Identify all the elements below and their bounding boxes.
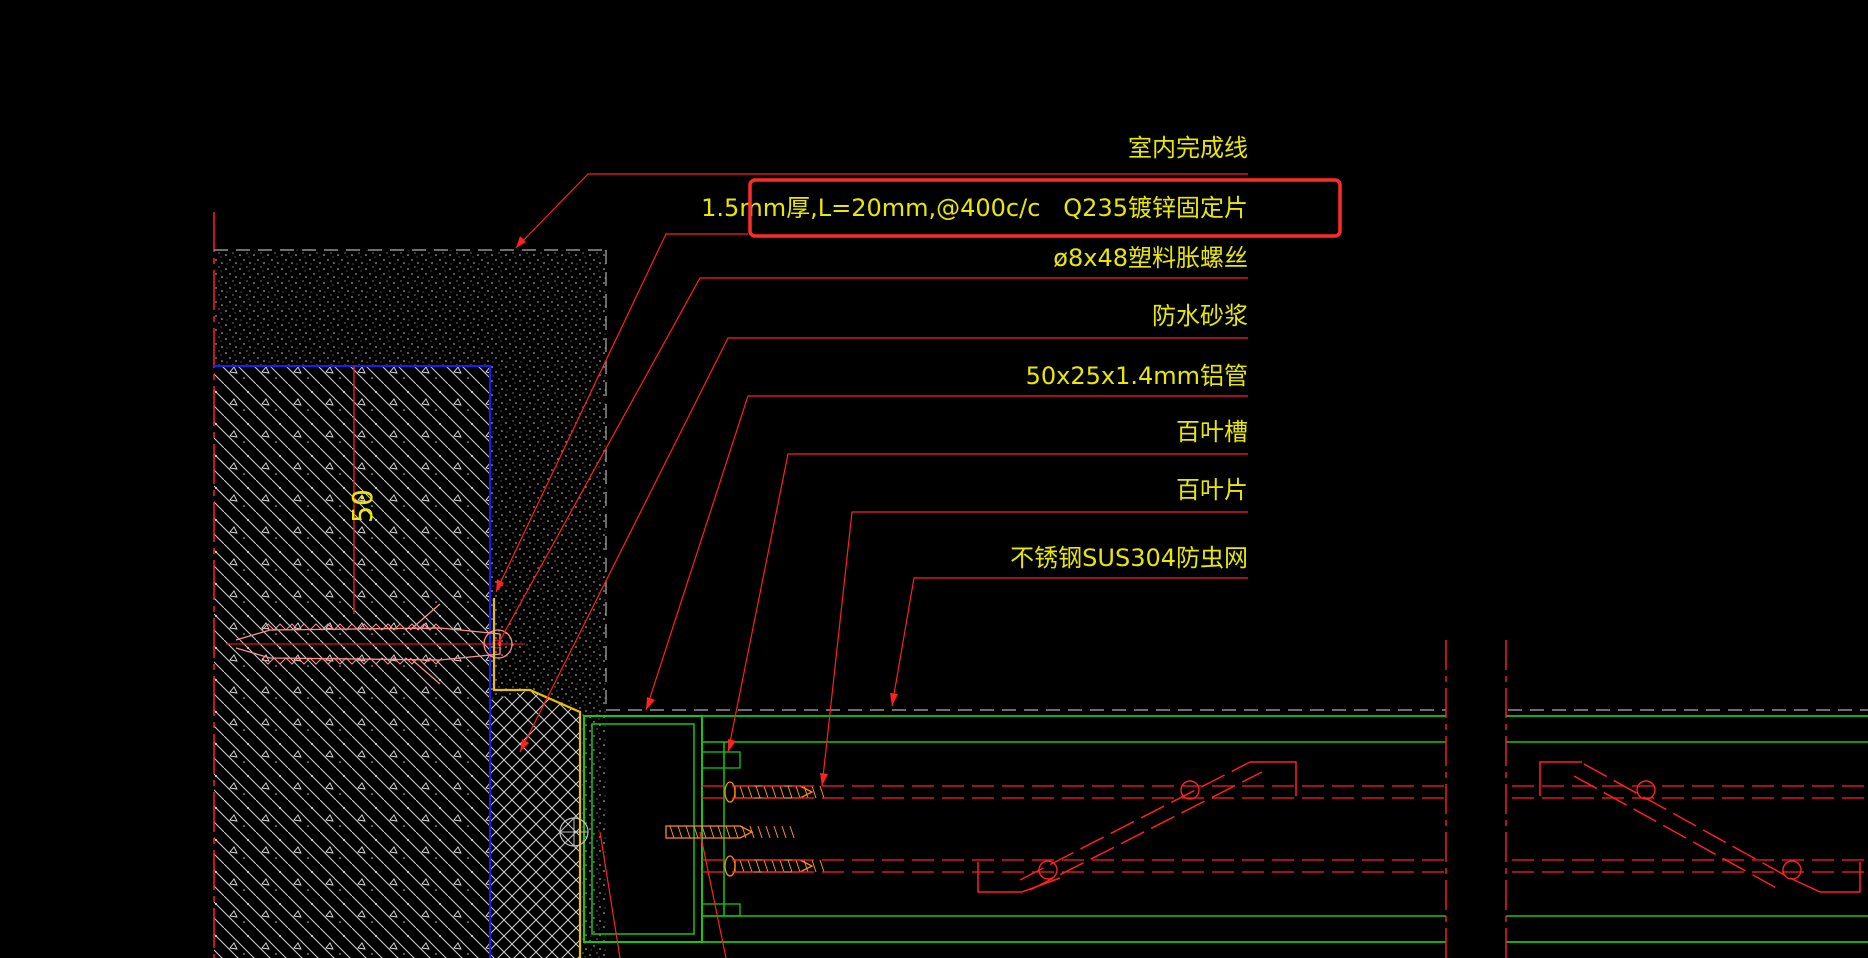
label-fixing-plate: 1.5mm厚,L=20mm,@400c/c Q235镀锌固定片 <box>701 194 1248 222</box>
louver-slot-clip <box>701 751 741 769</box>
waterproof-mortar-fill <box>490 690 580 958</box>
louver-frame <box>583 709 1868 943</box>
louver-slot-clip-2 <box>701 903 741 917</box>
leader-louver-slot <box>727 453 1248 753</box>
dimension-value: 50 <box>346 489 379 523</box>
label-louver-blade: 百叶片 <box>1176 476 1248 504</box>
label-louver-slot: 百叶槽 <box>1176 418 1248 446</box>
break-lines <box>1445 640 1507 958</box>
label-finish-line: 室内完成线 <box>1128 134 1248 162</box>
leader-insect-mesh <box>891 577 1248 707</box>
tapping-screw-3 <box>724 855 825 877</box>
cad-drawing-canvas: 50 室内完成线 1.5mm厚,L=20mm,@400c/c Q235镀锌固定片… <box>213 134 1868 958</box>
annotation-labels: 室内完成线 1.5mm厚,L=20mm,@400c/c Q235镀锌固定片 ø8… <box>701 134 1248 572</box>
tapping-screw-2 <box>665 825 795 839</box>
tapping-screw-1 <box>724 781 825 803</box>
label-aluminium-tube: 50x25x1.4mm铝管 <box>1026 362 1248 390</box>
wall-section: 50 <box>213 212 607 958</box>
label-expansion-screw: ø8x48塑料胀螺丝 <box>1053 244 1248 272</box>
label-waterproof-mortar: 防水砂浆 <box>1152 302 1248 330</box>
leader-expansion-screw <box>497 277 1248 645</box>
concrete-wall <box>214 366 490 958</box>
louver-blades <box>702 761 1868 893</box>
label-insect-mesh: 不锈钢SUS304防虫网 <box>1010 544 1248 572</box>
